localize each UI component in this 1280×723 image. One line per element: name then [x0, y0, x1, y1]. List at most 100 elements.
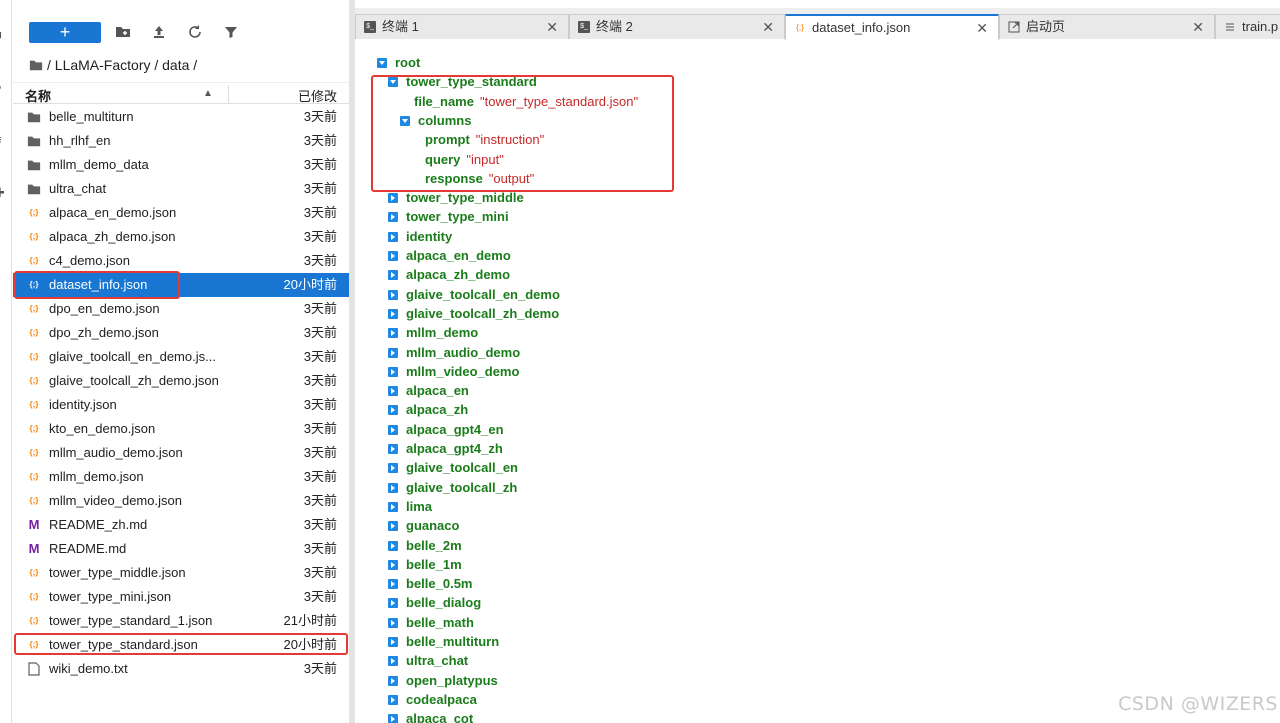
breadcrumb[interactable]: / LLaMA-Factory / data /: [29, 56, 197, 74]
file-row[interactable]: {;} mllm_audio_demo.json 3天前: [13, 441, 349, 465]
expand-toggle-icon[interactable]: [388, 270, 398, 281]
expand-toggle-icon[interactable]: [388, 482, 398, 493]
file-row[interactable]: M README.md 3天前: [13, 537, 349, 561]
tree-node[interactable]: alpaca_gpt4_en: [388, 420, 504, 439]
tab-train-p-4[interactable]: train.p: [1215, 14, 1280, 39]
file-row[interactable]: {;} tower_type_standard.json 20小时前: [13, 633, 349, 657]
sort-ascending-icon[interactable]: ▲: [203, 88, 213, 99]
tree-node[interactable]: alpaca_en: [388, 381, 469, 400]
expand-toggle-icon[interactable]: [388, 366, 398, 377]
expand-toggle-icon[interactable]: [388, 444, 398, 454]
tree-node[interactable]: glaive_toolcall_zh_demo: [388, 304, 559, 323]
file-row[interactable]: {;} tower_type_middle.json 3天前: [13, 561, 349, 585]
file-row[interactable]: M README_zh.md 3天前: [13, 513, 349, 537]
expand-toggle-icon[interactable]: [388, 347, 398, 358]
expand-toggle-icon[interactable]: [388, 579, 398, 590]
tree-node[interactable]: mllm_audio_demo: [388, 343, 520, 362]
expand-toggle-icon[interactable]: [388, 637, 398, 647]
tree-node[interactable]: mllm_video_demo: [388, 362, 519, 381]
tree-node[interactable]: columns: [400, 111, 471, 130]
tree-node[interactable]: belle_multiturn: [388, 632, 499, 651]
breadcrumb-path[interactable]: / LLaMA-Factory / data /: [47, 57, 197, 73]
close-icon[interactable]: ✕: [976, 16, 988, 40]
file-row[interactable]: {;} kto_en_demo.json 3天前: [13, 417, 349, 441]
folder-icon[interactable]: ■: [0, 28, 6, 42]
file-row[interactable]: mllm_demo_data 3天前: [13, 153, 349, 177]
tree-node[interactable]: belle_math: [388, 613, 474, 632]
file-row[interactable]: {;} c4_demo.json 3天前: [13, 249, 349, 273]
file-row[interactable]: {;} alpaca_en_demo.json 3天前: [13, 201, 349, 225]
close-icon[interactable]: ✕: [1192, 15, 1204, 39]
tree-node[interactable]: codealpaca: [388, 690, 477, 709]
expand-toggle-icon[interactable]: [388, 193, 398, 204]
file-row[interactable]: {;} mllm_video_demo.json 3天前: [13, 489, 349, 513]
expand-toggle-icon[interactable]: [388, 540, 398, 551]
tree-node[interactable]: root: [377, 53, 420, 72]
tab--3[interactable]: 启动页 ✕: [999, 14, 1215, 39]
tree-node[interactable]: guanaco: [388, 516, 459, 535]
file-row[interactable]: {;} glaive_toolcall_zh_demo.json 3天前: [13, 369, 349, 393]
upload-icon[interactable]: [151, 24, 167, 40]
commands-icon[interactable]: ≡: [0, 133, 6, 147]
file-row[interactable]: {;} mllm_demo.json 3天前: [13, 465, 349, 489]
close-icon[interactable]: ✕: [762, 15, 774, 39]
collapse-toggle-icon[interactable]: [400, 115, 410, 126]
new-launcher-button[interactable]: +: [29, 22, 101, 43]
tree-node[interactable]: response "output": [425, 169, 534, 188]
tree-node[interactable]: belle_2m: [388, 536, 462, 555]
column-header-modified[interactable]: 已修改: [298, 86, 337, 105]
expand-toggle-icon[interactable]: [388, 559, 398, 570]
expand-toggle-icon[interactable]: [388, 212, 398, 223]
tree-node[interactable]: alpaca_zh_demo: [388, 265, 510, 284]
expand-toggle-icon[interactable]: [388, 501, 398, 512]
file-row[interactable]: wiki_demo.txt 3天前: [13, 657, 349, 681]
expand-toggle-icon[interactable]: [388, 617, 398, 628]
tree-node[interactable]: glaive_toolcall_zh: [388, 478, 517, 497]
close-icon[interactable]: ✕: [546, 15, 558, 39]
expand-toggle-icon[interactable]: [388, 405, 398, 416]
refresh-icon[interactable]: [187, 24, 203, 40]
extensions-icon[interactable]: ✚: [0, 186, 6, 200]
file-row[interactable]: {;} alpaca_zh_demo.json 3天前: [13, 225, 349, 249]
expand-toggle-icon[interactable]: [388, 231, 398, 242]
column-header-name[interactable]: 名称: [25, 86, 51, 105]
file-row[interactable]: {;} glaive_toolcall_en_demo.js... 3天前: [13, 345, 349, 369]
file-row[interactable]: hh_rlhf_en 3天前: [13, 129, 349, 153]
expand-toggle-icon[interactable]: [388, 675, 398, 686]
tab-2-1[interactable]: $_ 终端 2 ✕: [569, 14, 785, 39]
tab-dataset-info-json-2[interactable]: {;} dataset_info.json ✕: [785, 14, 999, 40]
tree-node[interactable]: glaive_toolcall_en_demo: [388, 285, 560, 304]
tree-node[interactable]: tower_type_standard: [388, 72, 537, 91]
collapse-toggle-icon[interactable]: [388, 77, 398, 88]
tree-node[interactable]: alpaca_en_demo: [388, 246, 511, 265]
expand-toggle-icon[interactable]: [388, 308, 398, 319]
expand-toggle-icon[interactable]: [388, 424, 398, 435]
file-row[interactable]: {;} tower_type_mini.json 3天前: [13, 585, 349, 609]
expand-toggle-icon[interactable]: [388, 598, 398, 609]
expand-toggle-icon[interactable]: [388, 694, 398, 705]
file-row[interactable]: {;} dataset_info.json 20小时前: [13, 273, 349, 297]
tree-node[interactable]: alpaca_zh: [388, 400, 468, 419]
tree-node[interactable]: ultra_chat: [388, 651, 468, 670]
tree-node[interactable]: alpaca_gpt4_zh: [388, 439, 503, 458]
tree-node[interactable]: prompt "instruction": [425, 130, 544, 149]
tree-node[interactable]: file_name "tower_type_standard.json": [414, 92, 638, 111]
expand-toggle-icon[interactable]: [388, 328, 398, 339]
tree-node[interactable]: belle_dialog: [388, 593, 481, 612]
file-row[interactable]: {;} dpo_zh_demo.json 3天前: [13, 321, 349, 345]
expand-toggle-icon[interactable]: [388, 251, 398, 261]
expand-toggle-icon[interactable]: [388, 289, 398, 300]
filter-icon[interactable]: [223, 24, 239, 40]
tree-node[interactable]: alpaca_cot: [388, 709, 473, 723]
file-row[interactable]: {;} identity.json 3天前: [13, 393, 349, 417]
expand-toggle-icon[interactable]: [388, 386, 398, 397]
file-row[interactable]: ultra_chat 3天前: [13, 177, 349, 201]
file-row[interactable]: belle_multiturn 3天前: [13, 105, 349, 129]
running-icon[interactable]: ●: [0, 80, 6, 94]
tree-node[interactable]: tower_type_middle: [388, 188, 524, 207]
tree-node[interactable]: belle_1m: [388, 555, 462, 574]
tree-node[interactable]: query "input": [425, 150, 504, 169]
collapse-toggle-icon[interactable]: [377, 58, 387, 68]
expand-toggle-icon[interactable]: [388, 714, 398, 723]
tree-node[interactable]: lima: [388, 497, 432, 516]
